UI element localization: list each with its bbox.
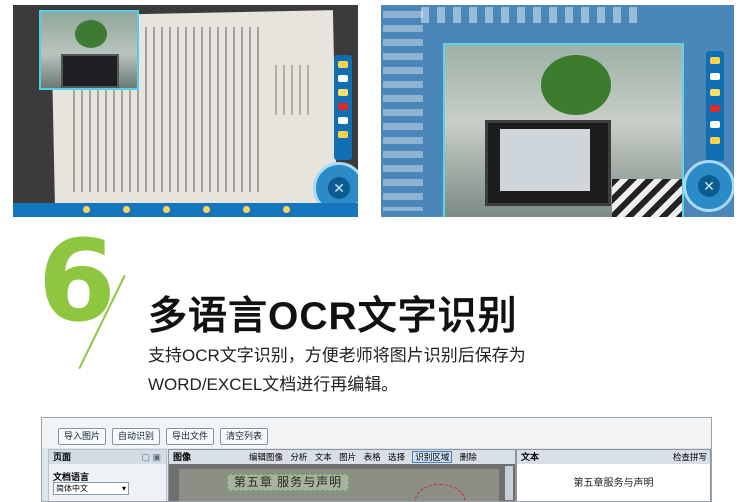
camera-preview-window: [39, 10, 139, 90]
highlighter-icon[interactable]: [338, 89, 348, 96]
highlight-ring: [415, 484, 465, 501]
tool-icon[interactable]: [203, 206, 210, 213]
image-panel-title: 图像: [173, 452, 192, 462]
red-color-icon[interactable]: [710, 105, 720, 112]
picture-tool[interactable]: 图片: [339, 452, 356, 462]
text-panel-header: 文本 检查拼写: [517, 450, 710, 464]
auto-recognize-button[interactable]: 自动识别: [112, 428, 160, 445]
desktop-camera-screenshot: ✕: [381, 5, 734, 217]
document-language-select[interactable]: 简体中文: [53, 482, 129, 495]
app-toolbar: 导入图片 自动识别 导出文件 清空列表: [42, 418, 711, 448]
plant-image: [541, 55, 611, 115]
tool-icon[interactable]: [123, 206, 130, 213]
ocr-app-window: 导入图片 自动识别 导出文件 清空列表 页面 ▢ ▣ 文档语言 简体中文 图像 …: [41, 417, 712, 502]
clear-list-button[interactable]: 清空列表: [220, 428, 268, 445]
eraser-icon[interactable]: [338, 75, 348, 82]
delete-tool[interactable]: 删除: [460, 452, 477, 462]
section-title: 多语言OCR文字识别: [148, 295, 518, 338]
image-tools: 编辑图像 分析 文本 图片 表格 选择 识别区域 删除: [249, 450, 482, 464]
pages-panel: 页面 ▢ ▣ 文档语言 简体中文: [48, 449, 167, 501]
import-image-button[interactable]: 导入图片: [58, 428, 106, 445]
zoom-icon[interactable]: [338, 117, 348, 124]
close-icon[interactable]: ✕: [328, 177, 350, 199]
section-description-line-1: 支持OCR文字识别，方便老师将图片识别后保存为: [148, 346, 526, 365]
text-panel: 文本 检查拼写 第五章服务与声明: [516, 449, 711, 501]
document-camera-screenshot: ✕: [13, 5, 358, 217]
document-preview: 第五章 服务与声明: [179, 469, 499, 501]
red-color-icon[interactable]: [338, 103, 348, 110]
image-panel: 图像 编辑图像 分析 文本 图片 表格 选择 识别区域 删除 第五章 服务与声明: [168, 449, 516, 501]
recognition-region[interactable]: 第五章 服务与声明: [227, 474, 349, 491]
tool-wheel-menu[interactable]: ✕: [683, 160, 734, 212]
tool-icon[interactable]: [283, 206, 290, 213]
recognized-text[interactable]: 第五章服务与声明: [517, 474, 710, 489]
select-tool[interactable]: 选择: [388, 452, 405, 462]
export-file-button[interactable]: 导出文件: [166, 428, 214, 445]
striped-floor-image: [612, 179, 682, 217]
section-description-line-2: WORD/EXCEL文档进行再编辑。: [148, 375, 399, 394]
desktop-icons-row: [421, 7, 641, 23]
desktop-icons-column: [383, 11, 423, 211]
edit-image-tool[interactable]: 编辑图像: [249, 452, 283, 462]
text-tool[interactable]: 文本: [315, 452, 332, 462]
tool-icon[interactable]: [83, 206, 90, 213]
spell-check-button[interactable]: 检查拼写: [673, 450, 707, 464]
document-text-lines-secondary: [275, 65, 313, 115]
bottom-toolbar[interactable]: [13, 203, 358, 217]
close-icon[interactable]: ✕: [698, 175, 720, 197]
text-panel-title: 文本: [521, 452, 540, 462]
pen-icon[interactable]: [710, 57, 720, 64]
zoom-icon[interactable]: [710, 121, 720, 128]
table-tool[interactable]: 表格: [364, 452, 381, 462]
analyze-tool[interactable]: 分析: [290, 452, 307, 462]
pen-icon[interactable]: [338, 61, 348, 68]
floating-tool-strip[interactable]: [334, 55, 352, 160]
image-panel-header: 图像 编辑图像 分析 文本 图片 表格 选择 识别区域 删除: [169, 450, 515, 464]
highlighter-icon[interactable]: [710, 89, 720, 96]
page-actions-icon[interactable]: ▢ ▣: [141, 452, 161, 463]
plant-image: [75, 20, 107, 48]
image-scrollbar[interactable]: [505, 466, 513, 500]
tool-icon[interactable]: [163, 206, 170, 213]
eraser-icon[interactable]: [710, 73, 720, 80]
camera-preview-window: [500, 129, 590, 191]
tool-icon[interactable]: [243, 206, 250, 213]
camera-icon[interactable]: [710, 137, 720, 144]
camera-live-window: [443, 43, 684, 217]
floating-tool-strip[interactable]: [706, 51, 724, 161]
recognize-area-tool[interactable]: 识别区域: [412, 451, 453, 463]
monitor-image: [61, 54, 119, 88]
camera-icon[interactable]: [338, 131, 348, 138]
